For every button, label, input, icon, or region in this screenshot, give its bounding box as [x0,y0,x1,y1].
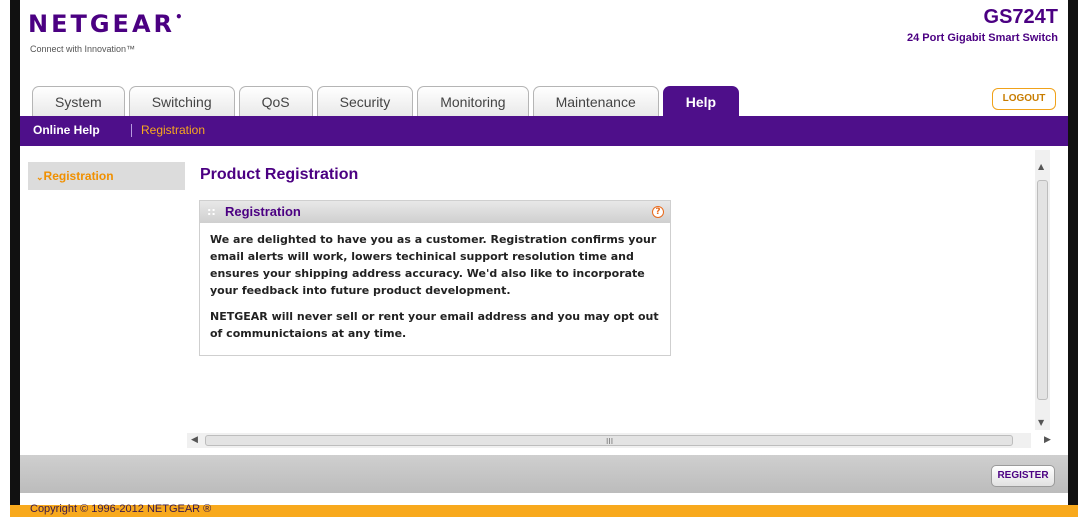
netgear-logo: NETGEAR• [28,10,183,38]
device-description: 24 Port Gigabit Smart Switch [907,32,1058,44]
register-button[interactable]: REGISTER [991,465,1055,487]
sub-navigation: Online Help Registration [20,116,1068,146]
panel-title: Registration [225,204,301,219]
tab-switching[interactable]: Switching [128,86,235,116]
logout-button[interactable]: LOGOUT [992,88,1056,110]
horizontal-scrollbar[interactable]: ◀ III [187,433,1031,448]
content-area: ⌄Registration Product Registration :: Re… [20,150,1068,455]
horizontal-scroll-thumb[interactable]: III [205,435,1013,446]
vertical-scroll-thumb[interactable] [1037,180,1048,400]
page-title: Product Registration [200,166,359,183]
scroll-up-icon[interactable]: ▲ [1038,162,1044,171]
scroll-down-icon[interactable]: ▼ [1038,418,1044,427]
tab-maintenance[interactable]: Maintenance [532,86,659,116]
subnav-online-help[interactable]: Online Help [33,123,100,137]
copyright: Copyright © 1996-2012 NETGEAR ® [30,503,212,515]
tab-security[interactable]: Security [316,86,414,116]
scroll-left-icon[interactable]: ◀ [191,435,198,445]
scroll-right-icon[interactable]: ▶ [1044,435,1051,445]
frame-border-left [10,0,20,505]
grip-icon: :: [207,205,216,218]
tab-system[interactable]: System [32,86,125,116]
subnav-registration[interactable]: Registration [141,123,205,137]
action-bar: REGISTER [20,455,1068,493]
frame-border-right [1068,0,1078,505]
vertical-scrollbar[interactable]: ▲ ▼ [1035,150,1050,430]
chevron-down-icon: ⌄ [36,172,44,182]
grip-icon: III [606,437,614,446]
main-tabs: System Switching QoS Security Monitoring… [32,86,740,116]
registration-panel: :: Registration ? We are delighted to ha… [199,200,671,356]
help-icon[interactable]: ? [652,206,664,218]
tab-help[interactable]: Help [662,86,740,116]
tab-qos[interactable]: QoS [238,86,313,116]
panel-body: We are delighted to have you as a custom… [200,223,670,359]
panel-header: :: Registration ? [200,201,670,223]
sidebar-item-label: Registration [43,169,114,183]
tab-monitoring[interactable]: Monitoring [417,86,529,116]
panel-paragraph: We are delighted to have you as a custom… [210,233,657,297]
device-model: GS724T [983,6,1058,28]
panel-paragraph: NETGEAR will never sell or rent your ema… [210,310,659,340]
subnav-divider [131,124,132,137]
logo-tagline: Connect with Innovation™ [30,44,136,54]
sidebar-item-registration[interactable]: ⌄Registration [28,162,185,190]
